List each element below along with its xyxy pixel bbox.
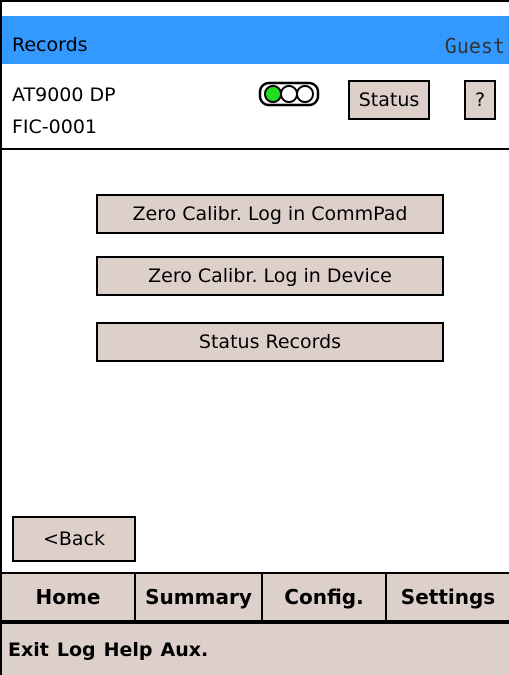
zero-calibr-log-device-button[interactable]: Zero Calibr. Log in Device: [96, 256, 444, 296]
menu-help[interactable]: Help: [104, 639, 153, 661]
zero-calibr-log-commpad-button[interactable]: Zero Calibr. Log in CommPad: [96, 194, 444, 234]
device-model: AT9000 DP: [12, 84, 116, 106]
help-button[interactable]: ?: [464, 80, 496, 120]
traffic-light-icon: [258, 81, 320, 107]
title-bar: Records Guest: [2, 16, 509, 64]
menu-aux[interactable]: Aux.: [161, 639, 209, 661]
menu-exit[interactable]: Exit: [8, 639, 49, 661]
device-tag: FIC-0001: [12, 116, 98, 138]
menu-log[interactable]: Log: [57, 639, 96, 661]
back-button[interactable]: <Back: [12, 516, 136, 562]
tab-config[interactable]: Config.: [263, 574, 387, 620]
tab-bar: Home Summary Config. Settings: [2, 572, 509, 622]
tab-settings[interactable]: Settings: [387, 574, 509, 620]
status-button[interactable]: Status: [348, 80, 430, 120]
device-header: AT9000 DP FIC-0001 Status ?: [2, 64, 509, 150]
tab-home[interactable]: Home: [2, 574, 136, 620]
page-title: Records: [12, 34, 88, 56]
status-records-button[interactable]: Status Records: [96, 322, 444, 362]
menu-bar: Exit Log Help Aux.: [2, 622, 509, 675]
user-label: Guest: [444, 34, 505, 58]
tab-summary[interactable]: Summary: [136, 574, 263, 620]
